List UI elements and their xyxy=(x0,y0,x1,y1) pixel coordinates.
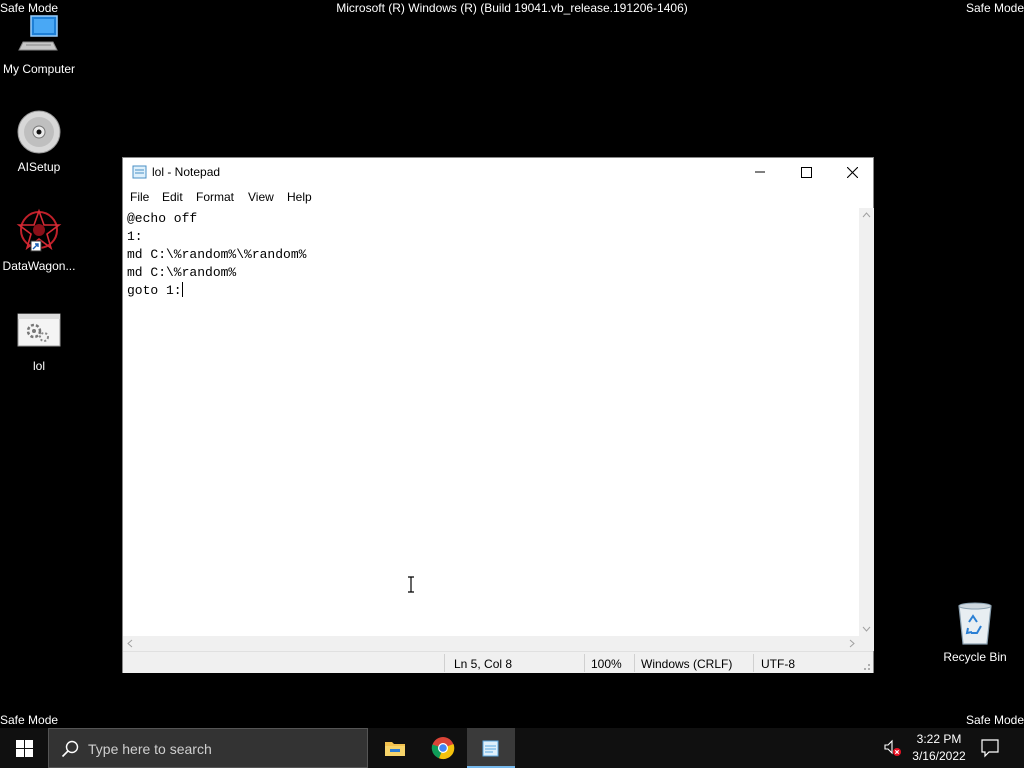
notepad-icon xyxy=(482,740,499,757)
desktop-icon-my-computer[interactable]: My Computer xyxy=(0,10,78,76)
title-bar[interactable]: lol - Notepad xyxy=(123,158,873,186)
desktop-icon-recycle-bin[interactable]: Recycle Bin xyxy=(938,600,1012,664)
desktop-icon-aisetup[interactable]: AISetup xyxy=(0,108,78,174)
close-button[interactable] xyxy=(829,158,875,186)
scroll-up-icon[interactable] xyxy=(862,212,871,218)
resize-grip-icon[interactable] xyxy=(861,661,871,671)
clock-date: 3/16/2022 xyxy=(912,749,966,763)
window-title: lol - Notepad xyxy=(152,165,221,179)
menu-file[interactable]: File xyxy=(130,190,149,204)
clock-time: 3:22 PM xyxy=(916,732,962,746)
scroll-right-icon[interactable] xyxy=(849,639,855,648)
status-divider xyxy=(444,654,445,672)
status-zoom: 100% xyxy=(591,657,622,671)
desktop-icon-label: DataWagon... xyxy=(2,259,76,273)
editor-line: 1: xyxy=(127,229,143,244)
taskbar: Type here to search 3:22 PM 3/16/2022 xyxy=(0,728,1024,768)
taskbar-file-explorer[interactable] xyxy=(371,728,419,768)
computer-icon xyxy=(15,10,63,58)
volume-muted-icon[interactable] xyxy=(884,739,902,757)
status-line-ending: Windows (CRLF) xyxy=(641,657,733,671)
minimize-icon xyxy=(755,171,765,173)
status-divider xyxy=(753,654,754,672)
status-divider xyxy=(584,654,585,672)
notepad-window[interactable]: lol - Notepad File Edit Format View Help… xyxy=(122,157,874,673)
mouse-cursor-ibeam-icon xyxy=(408,576,414,593)
desktop-icon-datawagon[interactable]: DataWagon... xyxy=(0,207,78,273)
batch-file-icon xyxy=(15,307,63,355)
status-cursor-position: Ln 5, Col 8 xyxy=(454,657,513,671)
status-encoding: UTF-8 xyxy=(761,657,795,671)
menu-view[interactable]: View xyxy=(248,190,274,204)
chrome-icon xyxy=(431,737,455,760)
safe-mode-label-top-right: Safe Mode xyxy=(965,1,1024,15)
taskbar-chrome[interactable] xyxy=(419,728,467,768)
search-icon xyxy=(61,740,79,758)
text-editor[interactable]: @echo off 1: md C:\%random%\%random% md … xyxy=(123,208,859,636)
horizontal-scrollbar[interactable] xyxy=(123,636,859,651)
status-divider xyxy=(634,654,635,672)
file-explorer-icon xyxy=(385,742,405,756)
safe-mode-label-bottom-left: Safe Mode xyxy=(0,713,59,727)
notification-center-icon[interactable] xyxy=(980,738,1000,758)
safe-mode-label-bottom-right: Safe Mode xyxy=(965,713,1024,727)
editor-line: md C:\%random%\%random% xyxy=(127,247,307,262)
minimize-button[interactable] xyxy=(737,158,783,186)
taskbar-notepad[interactable] xyxy=(467,728,515,768)
datawagon-icon xyxy=(15,207,63,255)
status-bar: Ln 5, Col 8 100% Windows (CRLF) UTF-8 xyxy=(123,651,873,673)
text-caret xyxy=(181,282,183,297)
windows-logo-icon xyxy=(15,739,33,757)
editor-line: @echo off xyxy=(127,211,198,226)
desktop-icon-label: My Computer xyxy=(2,62,76,76)
desktop-icon-lol[interactable]: lol xyxy=(0,307,78,373)
desktop-icon-label: AISetup xyxy=(17,160,61,174)
search-placeholder: Type here to search xyxy=(88,741,212,757)
close-icon xyxy=(846,166,858,178)
desktop-icon-label: Recycle Bin xyxy=(943,650,1007,664)
notepad-icon xyxy=(132,165,147,179)
start-button[interactable] xyxy=(0,728,48,768)
editor-line: goto 1: xyxy=(127,283,182,298)
disc-icon xyxy=(15,108,63,156)
scroll-left-icon[interactable] xyxy=(127,639,133,648)
menu-edit[interactable]: Edit xyxy=(162,190,183,204)
maximize-icon xyxy=(800,166,812,178)
taskbar-search-box[interactable]: Type here to search xyxy=(48,728,368,768)
vertical-scrollbar[interactable] xyxy=(859,208,874,636)
menu-bar: File Edit Format View Help xyxy=(123,186,873,208)
maximize-button[interactable] xyxy=(783,158,829,186)
desktop-icon-label: lol xyxy=(32,359,45,373)
recycle-bin-icon xyxy=(958,602,992,645)
menu-help[interactable]: Help xyxy=(287,190,312,204)
taskbar-clock[interactable]: 3:22 PM 3/16/2022 xyxy=(906,731,972,765)
scroll-corner xyxy=(859,636,874,651)
menu-format[interactable]: Format xyxy=(196,190,234,204)
editor-line: md C:\%random% xyxy=(127,265,237,280)
scroll-down-icon[interactable] xyxy=(862,626,871,632)
os-build-banner: Microsoft (R) Windows (R) (Build 19041.v… xyxy=(336,1,688,15)
